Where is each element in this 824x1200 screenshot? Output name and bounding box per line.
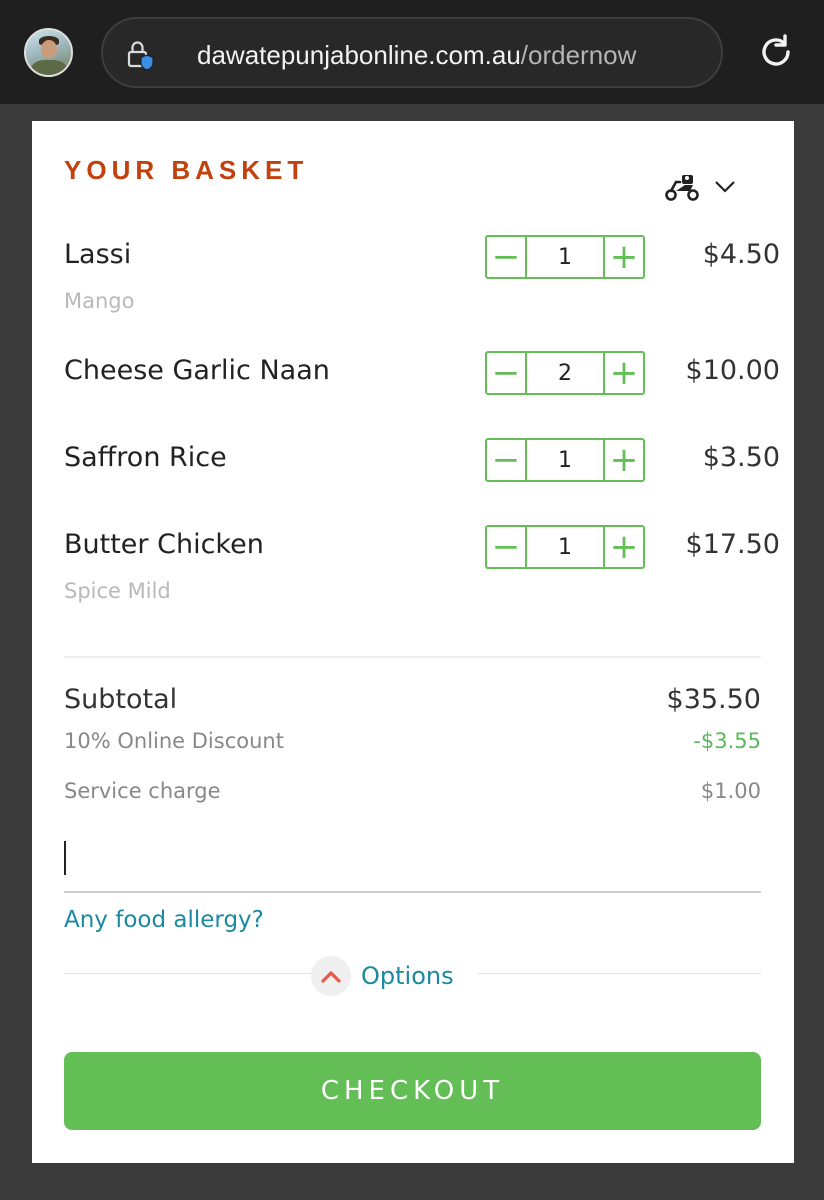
- divider: [64, 656, 761, 658]
- url-path: /ordernow: [520, 40, 637, 70]
- increase-quantity-button[interactable]: +: [605, 237, 643, 277]
- options-label: Options: [361, 962, 454, 990]
- increase-quantity-button[interactable]: +: [605, 440, 643, 480]
- item-price: $4.50: [702, 239, 780, 270]
- options-divider-right: [478, 973, 761, 974]
- decrease-quantity-button[interactable]: −: [487, 237, 525, 277]
- lock-shield-icon[interactable]: [126, 39, 156, 71]
- increase-quantity-button[interactable]: +: [605, 527, 643, 567]
- quantity-stepper: − 1 +: [485, 525, 645, 569]
- quantity-value[interactable]: 2: [525, 353, 605, 393]
- service-charge-row: Service charge $1.00: [64, 779, 761, 803]
- scooter-icon: [665, 175, 699, 201]
- url-domain: dawatepunjabonline.com.au: [197, 40, 521, 70]
- service-charge-value: $1.00: [700, 779, 761, 803]
- food-allergy-link[interactable]: Any food allergy?: [64, 907, 264, 933]
- quantity-stepper: − 1 +: [485, 235, 645, 279]
- service-charge-label: Service charge: [64, 779, 221, 803]
- quantity-stepper: − 1 +: [485, 438, 645, 482]
- subtotal-label: Subtotal: [64, 684, 178, 715]
- item-option: Spice Mild: [64, 579, 171, 603]
- decrease-quantity-button[interactable]: −: [487, 353, 525, 393]
- decrease-quantity-button[interactable]: −: [487, 440, 525, 480]
- chevron-up-icon: [311, 956, 351, 996]
- address-bar[interactable]: dawatepunjabonline.com.au/ordernow: [101, 17, 723, 88]
- discount-row: 10% Online Discount -$3.55: [64, 729, 761, 753]
- text-caret: [64, 841, 66, 875]
- item-price: $10.00: [685, 355, 780, 386]
- avatar-shoulders: [31, 60, 67, 75]
- item-name: Lassi: [64, 239, 132, 270]
- item-name: Cheese Garlic Naan: [64, 355, 330, 386]
- item-name: Butter Chicken: [64, 529, 264, 560]
- browser-toolbar: dawatepunjabonline.com.au/ordernow: [0, 0, 824, 104]
- options-toggle[interactable]: Options: [311, 955, 454, 997]
- decrease-quantity-button[interactable]: −: [487, 527, 525, 567]
- item-price: $17.50: [685, 529, 780, 560]
- avatar[interactable]: [24, 28, 73, 77]
- increase-quantity-button[interactable]: +: [605, 353, 643, 393]
- discount-value: -$3.55: [693, 729, 761, 753]
- order-note-input[interactable]: [64, 833, 761, 893]
- url-text: dawatepunjabonline.com.au/ordernow: [197, 39, 636, 71]
- item-price: $3.50: [702, 442, 780, 473]
- reload-icon[interactable]: [756, 32, 796, 72]
- quantity-value[interactable]: 1: [525, 237, 605, 277]
- item-name: Saffron Rice: [64, 442, 227, 473]
- avatar-head: [41, 40, 57, 58]
- discount-label: 10% Online Discount: [64, 729, 284, 753]
- quantity-value[interactable]: 1: [525, 440, 605, 480]
- subtotal-value: $35.50: [666, 684, 761, 715]
- checkout-button[interactable]: CHECKOUT: [64, 1052, 761, 1130]
- quantity-value[interactable]: 1: [525, 527, 605, 567]
- options-divider-left: [64, 973, 312, 974]
- quantity-stepper: − 2 +: [485, 351, 645, 395]
- basket-panel: YOUR BASKET Lassi Mango − 1 + $4.50 Chee…: [32, 121, 794, 1163]
- chevron-down-icon: [715, 181, 735, 193]
- item-option: Mango: [64, 289, 135, 313]
- basket-title: YOUR BASKET: [64, 155, 309, 185]
- subtotal-row: Subtotal $35.50: [64, 684, 761, 715]
- delivery-mode-dropdown[interactable]: [664, 167, 744, 207]
